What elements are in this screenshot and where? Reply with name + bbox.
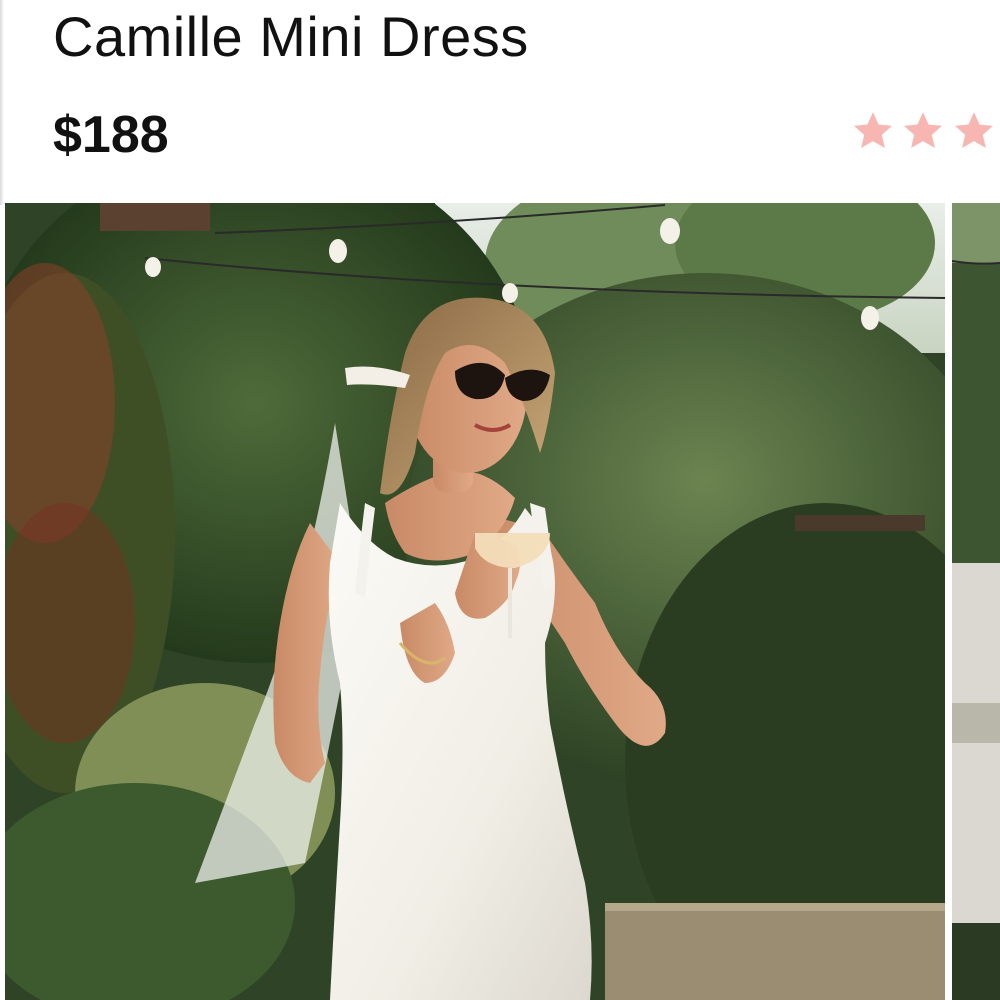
next-product-photo[interactable] <box>952 203 1000 1000</box>
product-price: $188 <box>53 106 169 164</box>
rating-stars[interactable] <box>850 108 997 164</box>
product-title: Camille Mini Dress <box>53 5 529 68</box>
star-icon <box>900 108 946 154</box>
product-page: Camille Mini Dress $188 <box>0 0 1000 1000</box>
star-icon <box>850 108 896 154</box>
product-photo[interactable] <box>5 203 945 1000</box>
product-image-gallery[interactable] <box>0 203 1000 1000</box>
star-icon <box>951 108 997 154</box>
page-edge-shadow <box>0 0 4 205</box>
